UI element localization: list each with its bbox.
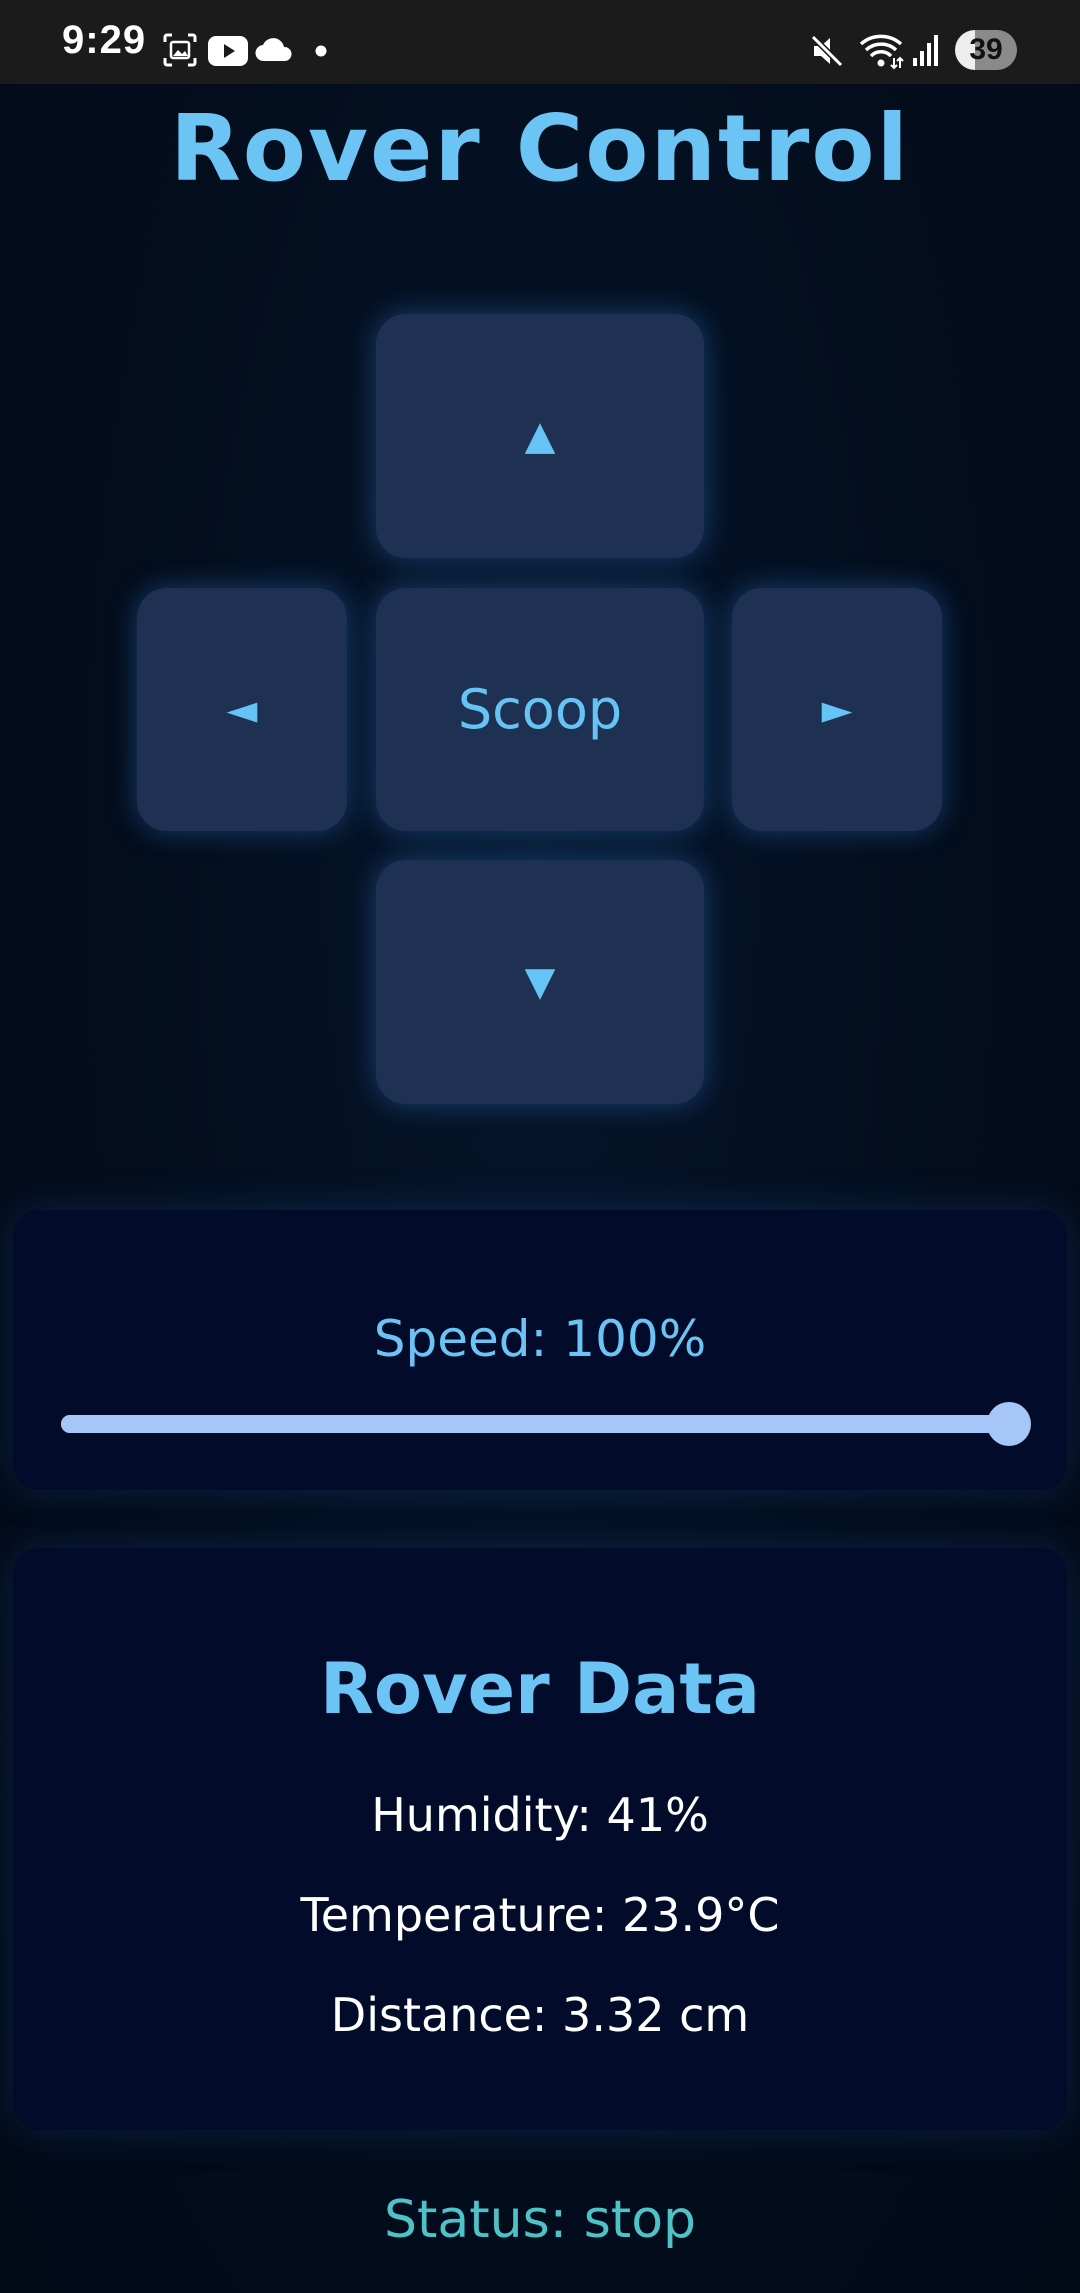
status-text: Status: stop: [383, 2190, 697, 2250]
rover-data-title: Rover Data: [319, 1648, 761, 1730]
battery-icon: 39: [955, 30, 1017, 70]
speed-slider-fill: [61, 1415, 1019, 1433]
rover-data-panel: Rover Data Humidity: 41% Temperature: 23…: [13, 1548, 1067, 2130]
notification-dot-icon: [315, 45, 327, 57]
distance-reading: Distance: 3.32 cm: [330, 1988, 750, 2042]
wifi-icon: [859, 34, 904, 70]
speed-label: Speed: 100%: [373, 1310, 707, 1368]
arrow-right-icon: ►: [821, 686, 853, 733]
page-title: Rover Control: [169, 95, 911, 202]
humidity-reading: Humidity: 41%: [371, 1788, 709, 1842]
screenshot-icon: [163, 33, 197, 67]
arrow-down-icon: ▼: [524, 959, 556, 1005]
backward-button[interactable]: ▼: [376, 860, 704, 1104]
arrow-left-icon: ◄: [226, 686, 258, 733]
system-status-bar: 9:29 39: [0, 0, 1080, 84]
cloud-icon: [255, 38, 292, 62]
forward-button[interactable]: ▲: [376, 314, 704, 558]
temperature-reading: Temperature: 23.9°C: [300, 1888, 780, 1942]
scoop-label: Scoop: [457, 678, 623, 741]
left-button[interactable]: ◄: [137, 588, 347, 831]
mute-icon: [810, 34, 844, 68]
scoop-button[interactable]: Scoop: [376, 588, 704, 831]
speed-panel: Speed: 100%: [13, 1210, 1067, 1490]
right-button[interactable]: ►: [732, 588, 942, 831]
status-time: 9:29: [62, 18, 147, 62]
arrow-up-icon: ▲: [524, 413, 556, 459]
signal-icon: [913, 35, 938, 66]
speed-slider-thumb[interactable]: [987, 1402, 1031, 1446]
youtube-icon: [208, 36, 248, 66]
speed-slider[interactable]: [61, 1402, 1031, 1446]
